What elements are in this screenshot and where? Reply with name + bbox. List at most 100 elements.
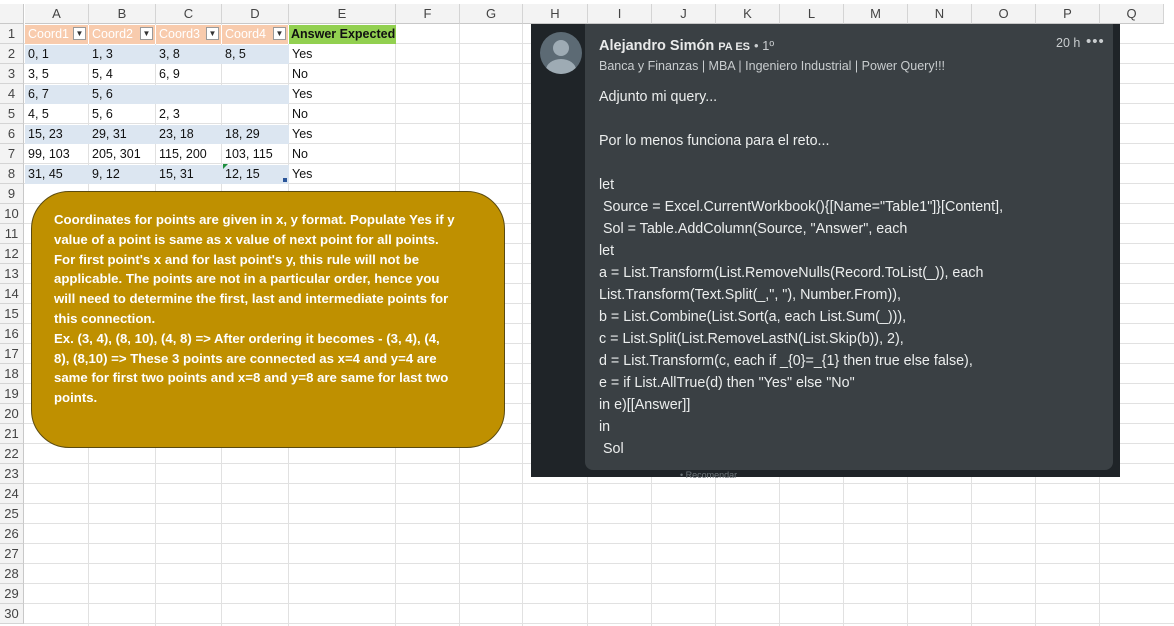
filter-dropdown-icon[interactable]: ▼ [140, 27, 153, 40]
recommend-link[interactable]: • Recomendar [680, 470, 737, 480]
row-header-26[interactable]: 26 [0, 524, 24, 544]
table-cell[interactable]: No [289, 104, 396, 124]
row-header-17[interactable]: 17 [0, 344, 24, 364]
comment-body-line: Source = Excel.CurrentWorkbook(){[Name="… [599, 199, 1004, 215]
row-header-14[interactable]: 14 [0, 284, 24, 304]
row-header-19[interactable]: 19 [0, 384, 24, 404]
row-header-27[interactable]: 27 [0, 544, 24, 564]
table-cell[interactable]: 99, 103 [25, 144, 89, 164]
column-header-d[interactable]: D [222, 4, 289, 24]
column-header-f[interactable]: F [396, 4, 460, 24]
more-horizontal-icon[interactable]: ••• [1086, 33, 1105, 50]
table-cell[interactable]: 103, 115 [222, 144, 289, 164]
table-header-coord3[interactable]: Coord3 ▼ [156, 25, 222, 44]
filter-dropdown-icon[interactable]: ▼ [273, 27, 286, 40]
row-header-16[interactable]: 16 [0, 324, 24, 344]
callout-line: points. [54, 390, 98, 406]
table-cell[interactable]: Yes [289, 44, 396, 64]
row-header-3[interactable]: 3 [0, 64, 24, 84]
table-cell[interactable]: No [289, 64, 396, 84]
table-cell[interactable]: 3, 5 [25, 64, 89, 84]
table-cell[interactable]: Yes [289, 164, 396, 184]
row-header-13[interactable]: 13 [0, 264, 24, 284]
gridline-horizontal [24, 603, 1174, 604]
row-header-7[interactable]: 7 [0, 144, 24, 164]
table-cell[interactable]: 3, 8 [156, 44, 222, 64]
row-header-1[interactable]: 1 [0, 24, 24, 44]
answer-expected-header[interactable]: Answer Expected [289, 25, 396, 44]
table-cell[interactable]: 4, 5 [25, 104, 89, 124]
table-cell[interactable]: 29, 31 [89, 124, 156, 144]
table-cell[interactable]: 18, 29 [222, 124, 289, 144]
column-header-l[interactable]: L [780, 4, 844, 24]
table-cell[interactable]: 12, 15 [222, 164, 289, 184]
column-header-b[interactable]: B [89, 4, 156, 24]
row-header-21[interactable]: 21 [0, 424, 24, 444]
author-name[interactable]: Alejandro Simón [599, 38, 714, 54]
table-cell[interactable]: 6, 9 [156, 64, 222, 84]
table-cell[interactable]: 31, 45 [25, 164, 89, 184]
table-cell[interactable]: Yes [289, 124, 396, 144]
table-cell[interactable]: No [289, 144, 396, 164]
column-header-h[interactable]: H [523, 4, 588, 24]
select-all-corner[interactable] [0, 4, 24, 24]
table-header-coord4[interactable]: Coord4 ▼ [222, 25, 289, 44]
column-header-g[interactable]: G [460, 4, 523, 24]
column-header-j[interactable]: J [652, 4, 716, 24]
column-header-q[interactable]: Q [1100, 4, 1164, 24]
column-header-m[interactable]: M [844, 4, 908, 24]
row-header-25[interactable]: 25 [0, 504, 24, 524]
row-header-5[interactable]: 5 [0, 104, 24, 124]
filter-dropdown-icon[interactable]: ▼ [206, 27, 219, 40]
row-header-10[interactable]: 10 [0, 204, 24, 224]
table-cell[interactable]: 15, 31 [156, 164, 222, 184]
row-header-11[interactable]: 11 [0, 224, 24, 244]
row-header-28[interactable]: 28 [0, 564, 24, 584]
row-header-18[interactable]: 18 [0, 364, 24, 384]
column-header-a[interactable]: A [25, 4, 89, 24]
column-header-e[interactable]: E [289, 4, 396, 24]
gridline-horizontal [24, 523, 1174, 524]
table-cell[interactable]: 5, 4 [89, 64, 156, 84]
table-cell[interactable]: 15, 23 [25, 124, 89, 144]
row-header-24[interactable]: 24 [0, 484, 24, 504]
column-header-i[interactable]: I [588, 4, 652, 24]
row-header-6[interactable]: 6 [0, 124, 24, 144]
table-cell[interactable]: 0, 1 [25, 44, 89, 64]
comment-body-line: Sol = Table.AddColumn(Source, "Answer", … [599, 221, 908, 237]
table-cell[interactable]: 2, 3 [156, 104, 222, 124]
table-cell[interactable]: 5, 6 [89, 104, 156, 124]
table-cell[interactable]: 23, 18 [156, 124, 222, 144]
row-header-8[interactable]: 8 [0, 164, 24, 184]
row-header-23[interactable]: 23 [0, 464, 24, 484]
row-header-20[interactable]: 20 [0, 404, 24, 424]
comment-body-line [599, 152, 1104, 174]
table-cell[interactable]: 9, 12 [89, 164, 156, 184]
filter-dropdown-icon[interactable]: ▼ [73, 27, 86, 40]
table-cell[interactable]: 6, 7 [25, 84, 89, 104]
table-resize-handle[interactable] [283, 178, 287, 182]
comment-author[interactable]: Alejandro Simón PA ES • 1º [599, 38, 774, 54]
column-header-o[interactable]: O [972, 4, 1036, 24]
table-header-coord1[interactable]: Coord1 ▼ [25, 25, 89, 44]
row-header-4[interactable]: 4 [0, 84, 24, 104]
table-cell[interactable]: 115, 200 [156, 144, 222, 164]
table-cell[interactable]: 1, 3 [89, 44, 156, 64]
table-cell[interactable]: 5, 6 [89, 84, 156, 104]
column-header-c[interactable]: C [156, 4, 222, 24]
row-header-2[interactable]: 2 [0, 44, 24, 64]
row-header-22[interactable]: 22 [0, 444, 24, 464]
column-header-p[interactable]: P [1036, 4, 1100, 24]
row-header-29[interactable]: 29 [0, 584, 24, 604]
row-header-12[interactable]: 12 [0, 244, 24, 264]
row-header-9[interactable]: 9 [0, 184, 24, 204]
column-header-n[interactable]: N [908, 4, 972, 24]
avatar[interactable] [540, 32, 582, 74]
row-header-15[interactable]: 15 [0, 304, 24, 324]
table-cell[interactable]: Yes [289, 84, 396, 104]
column-header-k[interactable]: K [716, 4, 780, 24]
table-cell[interactable]: 205, 301 [89, 144, 156, 164]
table-cell[interactable]: 8, 5 [222, 44, 289, 64]
row-header-30[interactable]: 30 [0, 604, 24, 624]
table-header-coord2[interactable]: Coord2 ▼ [89, 25, 156, 44]
